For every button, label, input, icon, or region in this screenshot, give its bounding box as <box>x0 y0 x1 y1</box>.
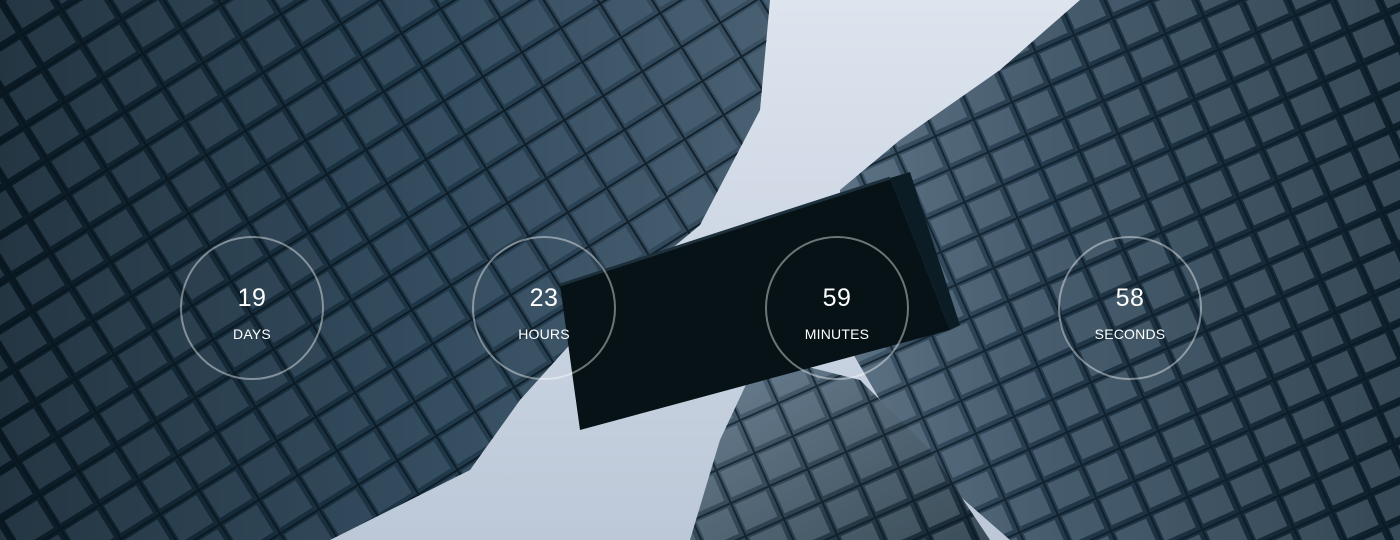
seconds-label: SECONDS <box>1094 326 1166 342</box>
days-label: DAYS <box>233 326 271 342</box>
minutes-value: 59 <box>822 284 852 312</box>
countdown-minutes: 59 MINUTES <box>765 236 909 380</box>
countdown-hours: 23 HOURS <box>472 236 616 380</box>
days-value: 19 <box>237 284 267 312</box>
hours-value: 23 <box>529 284 559 312</box>
countdown-days: 19 DAYS <box>180 236 324 380</box>
seconds-value: 58 <box>1115 284 1145 312</box>
countdown-seconds: 58 SECONDS <box>1058 236 1202 380</box>
countdown-timer: 19 DAYS 23 HOURS 59 MINUTES 58 SECONDS <box>0 0 1400 540</box>
minutes-label: MINUTES <box>804 326 870 342</box>
hours-label: HOURS <box>518 326 570 342</box>
